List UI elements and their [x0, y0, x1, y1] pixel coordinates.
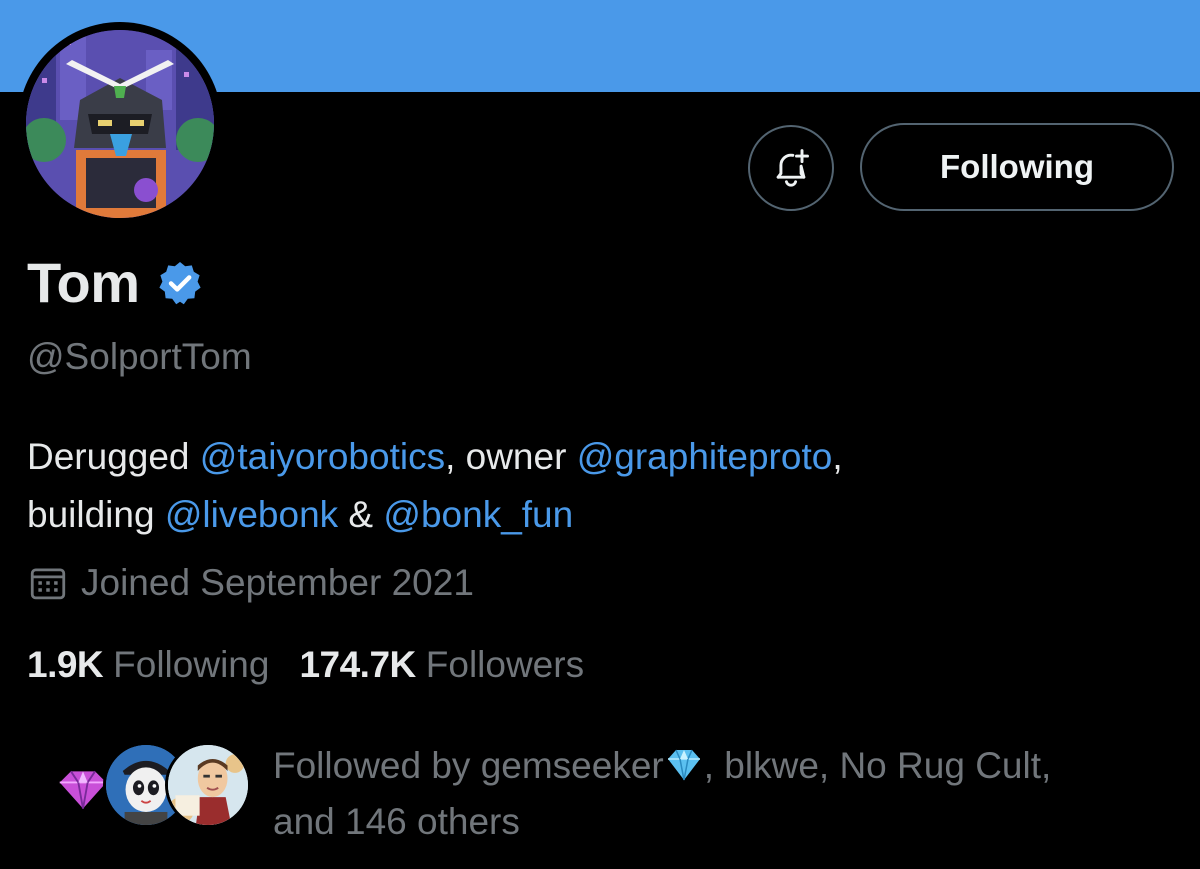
profile-bio: Derugged @taiyorobotics, owner @graphite…: [27, 428, 1167, 544]
following-count: 1.9K: [27, 644, 104, 685]
robot-avatar-icon: [26, 30, 214, 218]
follow-stats: 1.9K Following 174.7K Followers: [27, 644, 614, 686]
followed-by-prefix: Followed by gemseeker: [273, 745, 664, 786]
user-handle: @SolportTom: [27, 336, 252, 377]
following-button-label: Following: [940, 148, 1094, 185]
no-rug-cult-icon: [168, 745, 248, 825]
bell-plus-icon: [776, 149, 809, 187]
profile-avatar[interactable]: [18, 22, 222, 226]
followed-by-line-2: and 146 others: [273, 801, 520, 842]
following-label: Following: [113, 644, 270, 685]
followers-count: 174.7K: [299, 644, 416, 685]
avatar-image: [26, 30, 214, 218]
followed-by-avatars: [40, 738, 260, 838]
display-name: Tom: [27, 251, 140, 314]
notify-button[interactable]: [748, 125, 834, 211]
bio-text: Derugged: [27, 436, 200, 477]
no-rug-cult-avatar: [165, 742, 251, 828]
joined-date: Joined September 2021: [27, 562, 474, 604]
bio-text: building: [27, 494, 165, 535]
following-stat-link[interactable]: 1.9K Following: [27, 644, 269, 686]
gem-emoji-icon: [667, 749, 700, 781]
joined-text: Joined September 2021: [81, 562, 474, 603]
followed-by-section[interactable]: Followed by gemseeker , blkwe, No Rug Cu…: [40, 738, 1180, 848]
bio-text: ,: [832, 436, 843, 477]
profile-page: Following Tom @SolportTom Derugged @taiy…: [0, 0, 1200, 869]
mention-link[interactable]: @livebonk: [165, 494, 338, 535]
calendar-icon: [30, 568, 66, 600]
verified-badge-icon[interactable]: [156, 259, 204, 307]
mention-link[interactable]: @graphiteproto: [577, 436, 833, 477]
mention-link[interactable]: @taiyorobotics: [200, 436, 445, 477]
following-button[interactable]: Following: [860, 123, 1174, 211]
bio-line-2: building @livebonk & @bonk_fun: [27, 486, 1167, 544]
name-row: Tom: [27, 250, 204, 315]
bio-line-1: Derugged @taiyorobotics, owner @graphite…: [27, 428, 1167, 486]
followed-by-text[interactable]: Followed by gemseeker , blkwe, No Rug Cu…: [273, 738, 1153, 850]
followers-label: Followers: [425, 644, 585, 685]
followers-stat-link[interactable]: 174.7K Followers: [299, 644, 584, 686]
followed-by-rest: , blkwe, No Rug Cult,: [703, 745, 1052, 786]
bio-text: , owner: [445, 436, 577, 477]
mention-link[interactable]: @bonk_fun: [383, 494, 573, 535]
bio-text: &: [338, 494, 384, 535]
